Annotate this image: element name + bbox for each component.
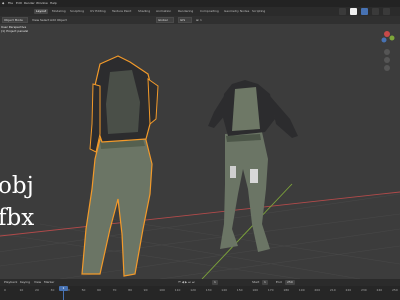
timeline-tick: 190 [298, 288, 305, 292]
menu-file[interactable]: File [8, 1, 13, 5]
view-layer-icon[interactable] [350, 8, 357, 15]
timeline-tick: 110 [174, 288, 181, 292]
start-frame-field[interactable]: 1 [262, 280, 268, 285]
start-label: Start [252, 280, 260, 284]
outfit-left[interactable] [81, 55, 159, 277]
timeline-tick: 100 [159, 288, 165, 292]
transform-orientation[interactable]: Global [156, 17, 174, 23]
filter-icon[interactable] [372, 8, 379, 15]
menu-help[interactable]: Help [50, 1, 57, 5]
tab-geometry-nodes[interactable]: Geometry Nodes [224, 9, 249, 14]
tab-animation[interactable]: Animation [156, 9, 171, 14]
menu-window[interactable]: Window [36, 1, 48, 5]
timeline-tick: 180 [283, 288, 290, 292]
viewport-header: Object Mode View Select Add Object Globa… [0, 16, 400, 24]
active-object-info: (1) Project panelsl [1, 29, 29, 33]
menu-keying[interactable]: Keying [20, 280, 30, 285]
top-menu-bar: ◆ File Edit Render Window Help [0, 0, 400, 7]
3d-viewport[interactable]: User Perspective (1) Project panelsl obj… [0, 24, 400, 279]
timeline-tick: 80 [128, 288, 132, 292]
tab-sculpting[interactable]: Sculpting [70, 9, 84, 14]
timeline-tick: 210 [329, 288, 336, 292]
playback-controls-icon[interactable]: ⏮ ◀ ▶ ⏭ ⏭ [178, 280, 195, 285]
menu-marker[interactable]: Marker [44, 280, 54, 285]
viewport-scene [0, 55, 400, 279]
timeline-tick: 130 [205, 288, 212, 292]
timeline-tick: 140 [221, 288, 227, 292]
menu-render[interactable]: Render [24, 1, 35, 5]
timeline-tick: 250 [392, 288, 398, 292]
timeline-tick: 50 [81, 288, 86, 292]
timeline-tick: 70 [112, 288, 117, 292]
tab-compositing[interactable]: Compositing [200, 9, 219, 14]
menu-add[interactable]: Add [50, 18, 56, 22]
timeline-tick: 90 [143, 288, 148, 292]
timeline-tick: 150 [236, 288, 243, 292]
timeline-tick: 170 [267, 288, 274, 292]
snap-icon[interactable]: ⊞ ∩ [196, 18, 202, 22]
menu-object[interactable]: Object [57, 18, 67, 22]
timeline-tick: 20 [35, 288, 39, 292]
navigation-gizmo-icon[interactable] [377, 26, 397, 76]
format-label-second: fbx [0, 205, 35, 231]
mode-dropdown[interactable]: Object Mode [2, 17, 28, 23]
tab-layout[interactable]: Layout [34, 9, 49, 14]
render-icon[interactable] [361, 8, 368, 15]
timeline-tick: 0 [4, 288, 6, 292]
menu-select[interactable]: Select [40, 18, 49, 22]
timeline-tick: 220 [345, 288, 352, 292]
options-icon[interactable] [383, 8, 390, 15]
timeline-tick: 240 [376, 288, 383, 292]
format-label-first: obj [0, 173, 34, 199]
timeline-tick: 10 [19, 288, 24, 292]
outfit-right[interactable] [208, 80, 298, 252]
timeline-tick: 60 [97, 288, 101, 292]
x-axis-line [0, 191, 400, 237]
timeline-tick: 230 [360, 288, 367, 292]
end-frame-field[interactable]: 250 [285, 280, 295, 285]
tab-scripting[interactable]: Scripting [252, 9, 265, 14]
timeline-tick: 30 [50, 288, 55, 292]
menu-view[interactable]: View [32, 18, 39, 22]
timeline-ruler[interactable]: 0102030405060708090100110120130140150160… [0, 286, 400, 300]
blender-logo-icon[interactable]: ◆ [2, 1, 4, 5]
menu-playback[interactable]: Playback [4, 280, 17, 285]
tab-shading[interactable]: Shading [138, 9, 150, 14]
timeline-tick: 160 [252, 288, 259, 292]
viewport-info: User Perspective (1) Project panelsl [1, 25, 28, 33]
tab-uv-editing[interactable]: UV Editing [90, 9, 106, 14]
playhead-line [63, 291, 64, 300]
tab-texture-paint[interactable]: Texture Paint [112, 9, 131, 14]
pivot-dropdown[interactable]: GIS [178, 17, 192, 23]
timeline-header: Playback Keying View Marker ⏮ ◀ ▶ ⏭ ⏭ 1 … [0, 279, 400, 286]
timeline-tick: 120 [190, 288, 196, 292]
menu-edit[interactable]: Edit [16, 1, 22, 5]
current-frame-field[interactable]: 1 [212, 280, 218, 285]
end-label: End [276, 280, 282, 284]
menu-view[interactable]: View [34, 280, 41, 285]
scene-icon[interactable] [339, 8, 346, 15]
grid-floor [0, 193, 400, 279]
tab-modeling[interactable]: Modeling [52, 9, 66, 14]
timeline-tick: 200 [314, 288, 321, 292]
tab-rendering[interactable]: Rendering [178, 9, 193, 14]
